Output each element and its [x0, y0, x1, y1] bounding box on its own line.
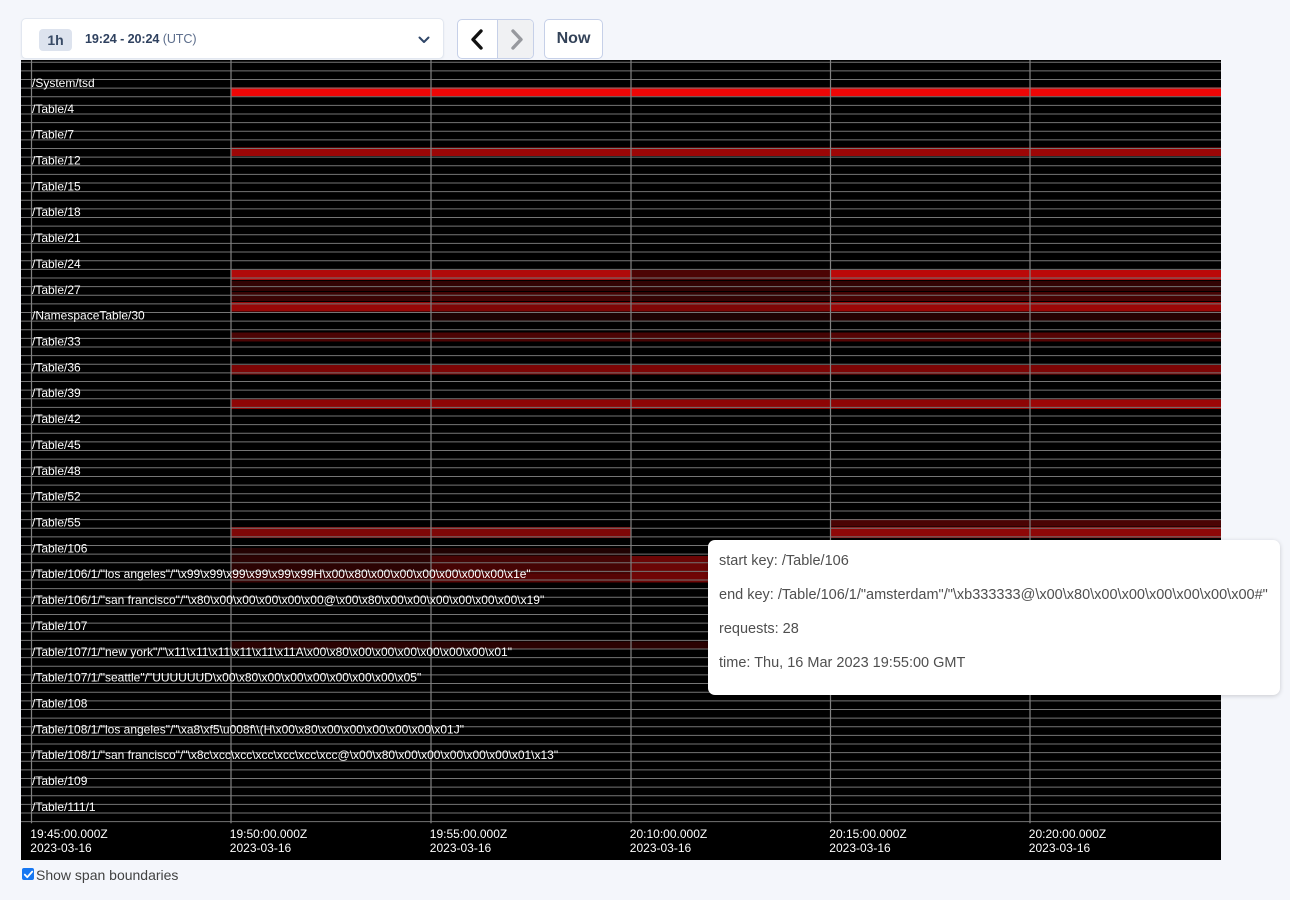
svg-text:/Table/108/1/"san francisco"/": /Table/108/1/"san francisco"/"\x8c\xcc\x… — [32, 748, 558, 762]
svg-text:19:50:00.000Z: 19:50:00.000Z — [230, 827, 307, 841]
svg-text:2023-03-16: 2023-03-16 — [829, 841, 891, 855]
svg-text:20:20:00.000Z: 20:20:00.000Z — [1029, 827, 1106, 841]
svg-text:/Table/107/1/"seattle"/"UUUUUU: /Table/107/1/"seattle"/"UUUUUUD\x00\x80\… — [32, 671, 421, 685]
svg-text:/Table/45: /Table/45 — [32, 438, 81, 452]
svg-text:/Table/36: /Table/36 — [32, 360, 81, 374]
svg-text:/Table/108: /Table/108 — [32, 697, 88, 711]
svg-text:/Table/107: /Table/107 — [32, 619, 88, 633]
svg-text:19:45:00.000Z: 19:45:00.000Z — [30, 827, 107, 841]
svg-text:/Table/12: /Table/12 — [32, 154, 81, 168]
svg-text:/Table/111/1: /Table/111/1 — [32, 800, 96, 814]
svg-text:/Table/24: /Table/24 — [32, 257, 81, 271]
svg-text:/Table/18: /Table/18 — [32, 205, 81, 219]
svg-text:/Table/109: /Table/109 — [32, 774, 88, 788]
svg-text:2023-03-16: 2023-03-16 — [630, 841, 692, 855]
svg-text:20:10:00.000Z: 20:10:00.000Z — [630, 827, 707, 841]
svg-text:/Table/107/1/"new york"/"\x11\: /Table/107/1/"new york"/"\x11\x11\x11\x1… — [32, 645, 512, 659]
svg-text:/Table/55: /Table/55 — [32, 516, 81, 530]
svg-text:19:55:00.000Z: 19:55:00.000Z — [430, 827, 507, 841]
svg-text:/Table/42: /Table/42 — [32, 412, 81, 426]
svg-text:/NamespaceTable/30: /NamespaceTable/30 — [32, 309, 145, 323]
svg-text:/Table/48: /Table/48 — [32, 464, 81, 478]
svg-text:2023-03-16: 2023-03-16 — [1029, 841, 1091, 855]
svg-text:/System/tsd: /System/tsd — [32, 76, 95, 90]
svg-text:/Table/106/1/"san francisco"/": /Table/106/1/"san francisco"/"\x80\x00\x… — [32, 593, 544, 607]
svg-text:/Table/108/1/"los angeles"/"\x: /Table/108/1/"los angeles"/"\xa8\xf5\u00… — [32, 722, 464, 736]
svg-text:/Table/4: /Table/4 — [32, 102, 74, 116]
svg-text:/Table/106: /Table/106 — [32, 541, 88, 555]
svg-text:/Table/106/1/"los angeles"/"\x: /Table/106/1/"los angeles"/"\x99\x99\x99… — [32, 567, 531, 581]
svg-text:/Table/39: /Table/39 — [32, 386, 81, 400]
svg-text:/Table/21: /Table/21 — [32, 231, 81, 245]
svg-text:/Table/52: /Table/52 — [32, 490, 81, 504]
svg-text:/Table/27: /Table/27 — [32, 283, 81, 297]
svg-text:/Table/15: /Table/15 — [32, 179, 81, 193]
svg-text:/Table/7: /Table/7 — [32, 128, 74, 142]
svg-text:2023-03-16: 2023-03-16 — [430, 841, 492, 855]
svg-text:20:15:00.000Z: 20:15:00.000Z — [829, 827, 906, 841]
svg-text:2023-03-16: 2023-03-16 — [230, 841, 292, 855]
svg-text:2023-03-16: 2023-03-16 — [30, 841, 92, 855]
svg-text:/Table/33: /Table/33 — [32, 335, 81, 349]
